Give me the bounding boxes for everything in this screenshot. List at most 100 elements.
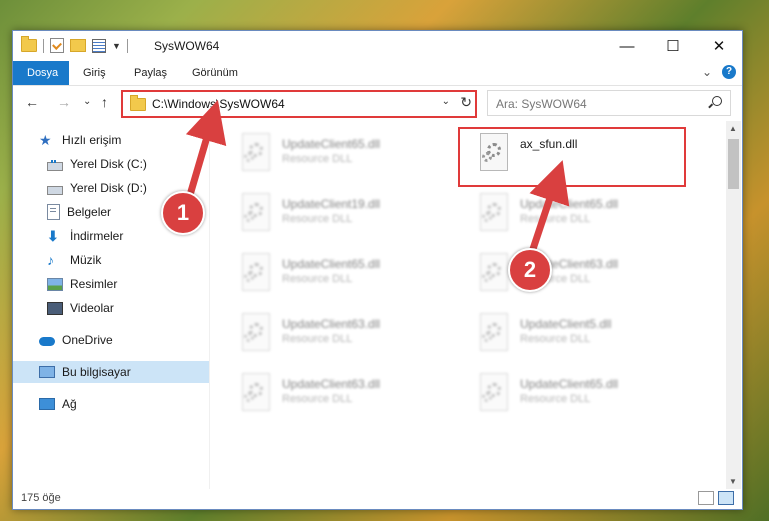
ribbon-tabs: Dosya Giriş Paylaş Görünüm ⌄ ? (13, 61, 742, 86)
sidebar-item-downloads[interactable]: ⬇ İndirmeler 📌 (13, 225, 241, 247)
sidebar-item-network[interactable]: Ağ (13, 393, 233, 415)
sidebar-item-onedrive[interactable]: OneDrive (13, 329, 233, 351)
view-options-icon[interactable] (92, 38, 106, 53)
file-item[interactable]: UpdateClient19.dll Resource DLL (210, 189, 440, 241)
sidebar-item-label: OneDrive (62, 333, 113, 347)
file-description: Resource DLL (282, 273, 353, 285)
dll-file-icon (238, 133, 270, 171)
tab-home[interactable]: Giriş (83, 61, 106, 85)
maximize-button[interactable]: ☐ (650, 31, 696, 61)
tab-view[interactable]: Görünüm (192, 61, 238, 85)
dll-file-icon (238, 373, 270, 411)
sidebar-item-label: Yerel Disk (D:) (70, 181, 147, 195)
music-icon: ♪ (47, 252, 54, 268)
title-bar: ▼ SysWOW64 — ☐ ✕ (13, 31, 742, 61)
ribbon-right: ⌄ ? (702, 65, 736, 79)
address-highlight-box (121, 90, 477, 118)
sidebar-item-label: Videolar (70, 301, 114, 315)
sidebar-item-this-pc[interactable]: Bu bilgisayar (13, 361, 233, 383)
sidebar-item-quick-access[interactable]: ★ Hızlı erişim (13, 129, 233, 151)
customize-toolbar-icon[interactable]: ▼ (112, 41, 121, 51)
file-item[interactable]: UpdateClient65.dll Resource DLL (448, 189, 678, 241)
up-button[interactable]: ↑ (101, 94, 108, 110)
file-item[interactable]: UpdateClient65.dll Resource DLL (448, 369, 678, 421)
videos-icon (47, 301, 63, 315)
back-button[interactable]: ← (25, 94, 39, 110)
forward-button[interactable]: → (57, 94, 71, 110)
view-buttons (698, 491, 734, 505)
file-highlight-box (458, 127, 686, 187)
tab-share[interactable]: Paylaş (134, 61, 167, 85)
sidebar-item-label: Belgeler (67, 205, 112, 219)
file-item[interactable]: UpdateClient65.dll Resource DLL (210, 129, 440, 181)
scroll-up-icon[interactable]: ▲ (729, 124, 737, 133)
file-name: UpdateClient63.dll (282, 377, 381, 391)
sidebar-item-label: Bu bilgisayar (62, 365, 131, 379)
expand-ribbon-icon[interactable]: ⌄ (702, 65, 712, 79)
callout-2: 2 (508, 248, 552, 292)
navigation-bar: ← → ⌄ ↑ C:\Windows\SysWOW64 ⌄ ↻ Ara: Sys… (13, 86, 742, 120)
file-description: Resource DLL (520, 393, 591, 405)
search-box[interactable]: Ara: SysWOW64 (487, 90, 731, 116)
drive-icon (47, 185, 63, 195)
sidebar-item-label: Ağ (62, 397, 77, 411)
computer-icon (39, 366, 55, 378)
sidebar-item-videos[interactable]: Videolar 📌 (13, 297, 241, 319)
sidebar-item-label: Müzik (70, 253, 102, 267)
file-item[interactable]: UpdateClient63.dll Resource DLL (448, 249, 678, 301)
separator (43, 38, 44, 53)
vertical-scrollbar[interactable]: ▲ ▼ (726, 121, 741, 489)
file-description: Resource DLL (520, 213, 591, 225)
minimize-button[interactable]: — (604, 31, 650, 61)
search-placeholder[interactable]: Ara: SysWOW64 (496, 97, 587, 111)
help-icon[interactable]: ? (722, 65, 736, 79)
file-name: UpdateClient65.dll (520, 377, 619, 391)
file-description: Resource DLL (520, 333, 591, 345)
quick-access-toolbar: ▼ (21, 36, 128, 53)
document-icon (47, 204, 60, 220)
cloud-icon (39, 337, 55, 346)
sidebar-item-local-disk-d[interactable]: Yerel Disk (D:) 📌 (13, 177, 241, 199)
file-name: UpdateClient65.dll (520, 197, 619, 211)
details-view-icon[interactable] (698, 491, 714, 505)
sidebar-item-pictures[interactable]: Resimler 📌 (13, 273, 241, 295)
file-name: UpdateClient5.dll (520, 317, 612, 331)
pictures-icon (47, 277, 63, 291)
file-name: UpdateClient65.dll (282, 257, 381, 271)
tiles-view-icon[interactable] (718, 491, 734, 505)
sidebar-item-documents[interactable]: Belgeler 📌 (13, 201, 241, 223)
file-item[interactable]: UpdateClient63.dll Resource DLL (210, 309, 440, 361)
file-name: UpdateClient19.dll (282, 197, 381, 211)
new-folder-icon[interactable] (70, 39, 86, 52)
star-icon: ★ (39, 132, 52, 148)
item-count: 175 öğe (21, 492, 61, 504)
search-icon[interactable] (712, 96, 722, 106)
status-bar: 175 öğe (13, 489, 742, 509)
dll-file-icon (238, 253, 270, 291)
properties-icon[interactable] (50, 38, 64, 53)
callout-1: 1 (161, 191, 205, 235)
window-title: SysWOW64 (154, 39, 220, 53)
file-item[interactable]: UpdateClient63.dll Resource DLL (210, 369, 440, 421)
file-name: UpdateClient65.dll (282, 137, 381, 151)
scroll-thumb[interactable] (728, 139, 739, 189)
tab-file[interactable]: Dosya (13, 61, 69, 85)
separator (126, 38, 128, 53)
file-description: Resource DLL (282, 393, 353, 405)
dll-file-icon (476, 313, 508, 351)
scroll-down-icon[interactable]: ▼ (729, 477, 737, 486)
recent-locations-button[interactable]: ⌄ (83, 96, 91, 107)
file-name: UpdateClient63.dll (282, 317, 381, 331)
sidebar-item-music[interactable]: ♪ Müzik 📌 (13, 249, 241, 271)
file-item[interactable]: UpdateClient5.dll Resource DLL (448, 309, 678, 361)
dll-file-icon (238, 193, 270, 231)
file-item[interactable]: UpdateClient65.dll Resource DLL (210, 249, 440, 301)
sidebar-item-label: Yerel Disk (C:) (70, 157, 147, 171)
dll-file-icon (476, 253, 508, 291)
close-button[interactable]: ✕ (696, 31, 742, 61)
file-description: Resource DLL (282, 213, 353, 225)
sidebar-item-label: Resimler (70, 277, 118, 291)
file-description: Resource DLL (282, 153, 353, 165)
sidebar-item-local-disk-c[interactable]: Yerel Disk (C:) 📌 (13, 153, 241, 175)
folder-icon (21, 36, 37, 52)
